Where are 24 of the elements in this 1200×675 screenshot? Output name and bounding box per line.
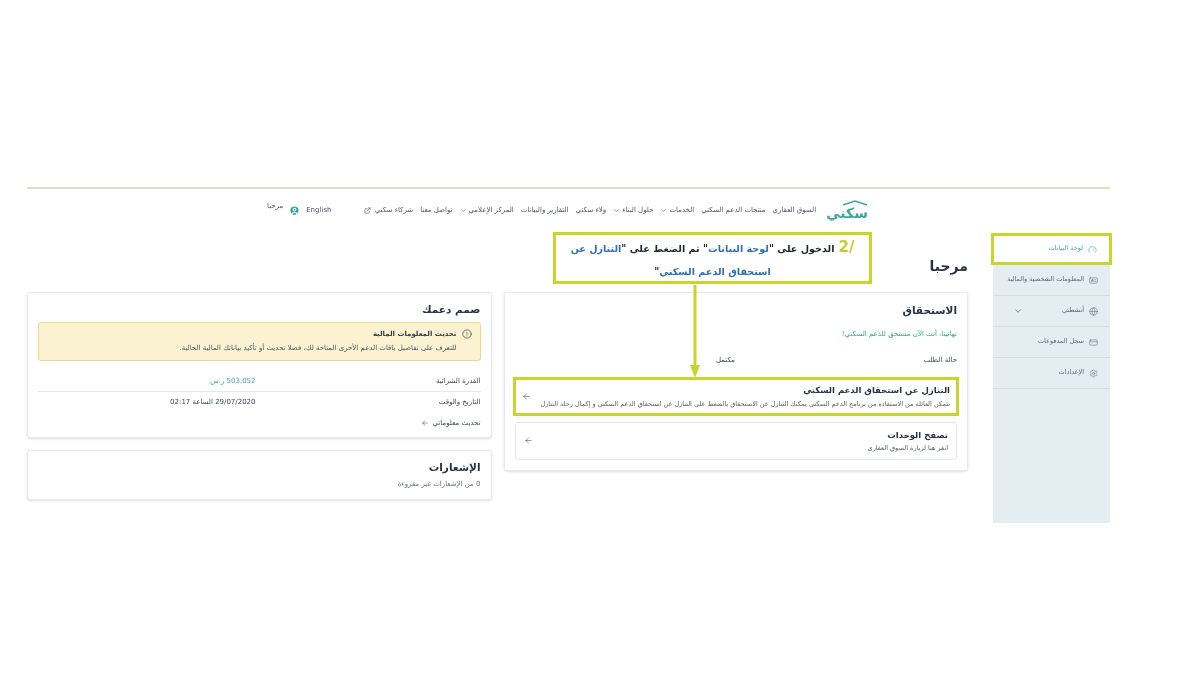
alert-icon (461, 328, 472, 339)
callout-text: الدخول على "لوحة البيانات" ثم الضغط على "التنازل عن استحقاق الدعم السكني" (570, 243, 835, 277)
gauge-icon (1088, 244, 1097, 254)
arrow-left-icon (420, 419, 429, 427)
step-number: 2/ (838, 237, 855, 258)
card-heading: الاستحقاق (901, 303, 957, 319)
card-heading: صمم دعمك (421, 302, 481, 318)
welcome-heading: مرحبا (929, 257, 968, 276)
chevron-down-icon (459, 206, 467, 214)
gear-icon (1089, 368, 1098, 378)
chevron-down-icon (613, 206, 621, 214)
external-link-icon (363, 206, 371, 214)
card-title: تصفح الوحدات (886, 428, 948, 442)
user-avatar-icon[interactable] (289, 204, 301, 216)
arrow-left-icon (521, 391, 531, 401)
card-heading: الإشعارات (427, 460, 481, 476)
globe-icon (1089, 306, 1098, 316)
chevron-down-icon (660, 206, 668, 214)
chevron-down-icon[interactable] (1013, 306, 1023, 316)
card-icon (1089, 337, 1098, 347)
arrow-left-icon (523, 436, 533, 446)
roof-icon (842, 200, 868, 206)
card-title: التنازل عن استحقاق الدعم السكني (802, 383, 950, 397)
id-card-icon (1089, 275, 1098, 285)
